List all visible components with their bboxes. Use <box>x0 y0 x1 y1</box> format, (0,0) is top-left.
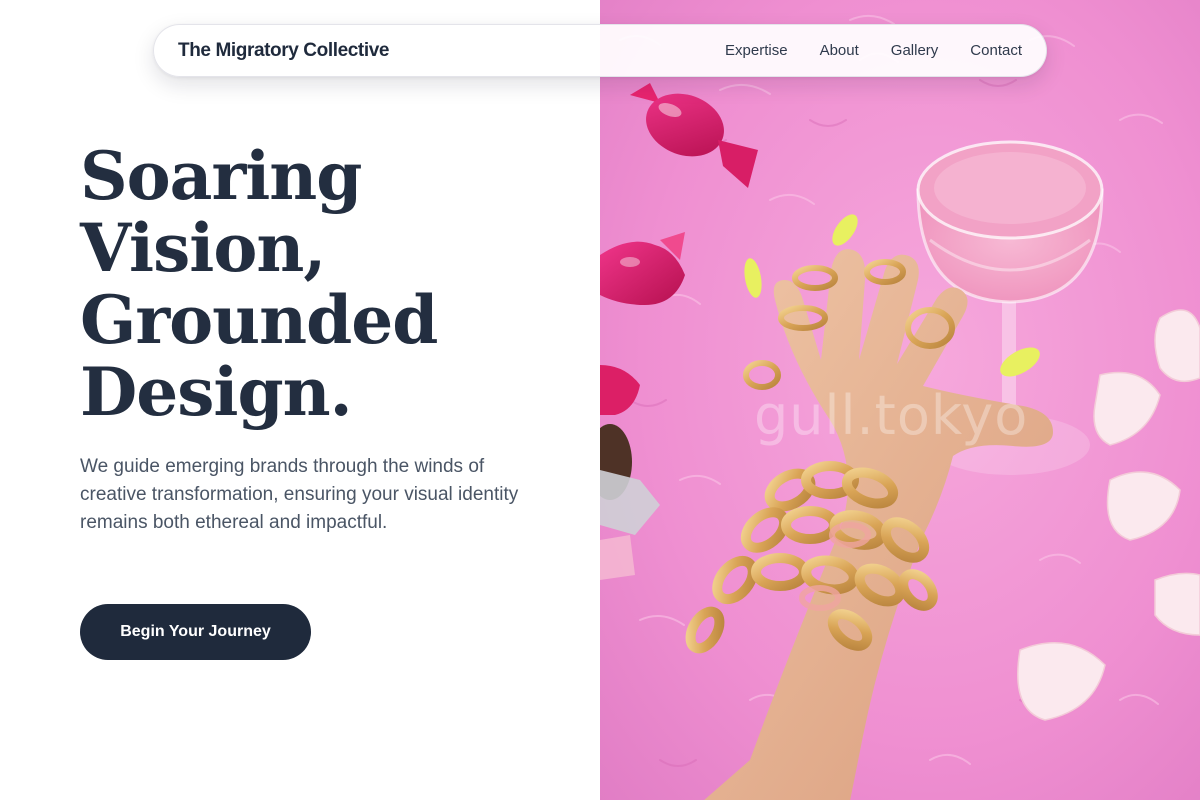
hero-title-line-1: Soaring <box>80 137 362 215</box>
hero-title: Soaring Vision, Grounded Design. <box>80 140 560 428</box>
nav-link-expertise[interactable]: Expertise <box>725 42 788 59</box>
nav-link-about[interactable]: About <box>820 42 859 59</box>
begin-journey-button[interactable]: Begin Your Journey <box>80 604 311 660</box>
watermark-text: gull.tokyo <box>754 384 1029 447</box>
hero-description: We guide emerging brands through the win… <box>80 456 519 533</box>
nav-links: Expertise About Gallery Contact <box>725 42 1022 59</box>
nav-link-contact[interactable]: Contact <box>970 42 1022 59</box>
hero-photo: gull.tokyo <box>600 0 1200 800</box>
brand-logo-text[interactable]: The Migratory Collective <box>178 40 389 62</box>
hero-title-line-4: Design. <box>80 353 353 431</box>
nav-link-gallery[interactable]: Gallery <box>891 42 939 59</box>
hero-title-line-2: Vision, <box>80 209 326 287</box>
navbar: The Migratory Collective Expertise About… <box>153 24 1047 77</box>
hero-title-line-3: Grounded <box>80 281 438 359</box>
